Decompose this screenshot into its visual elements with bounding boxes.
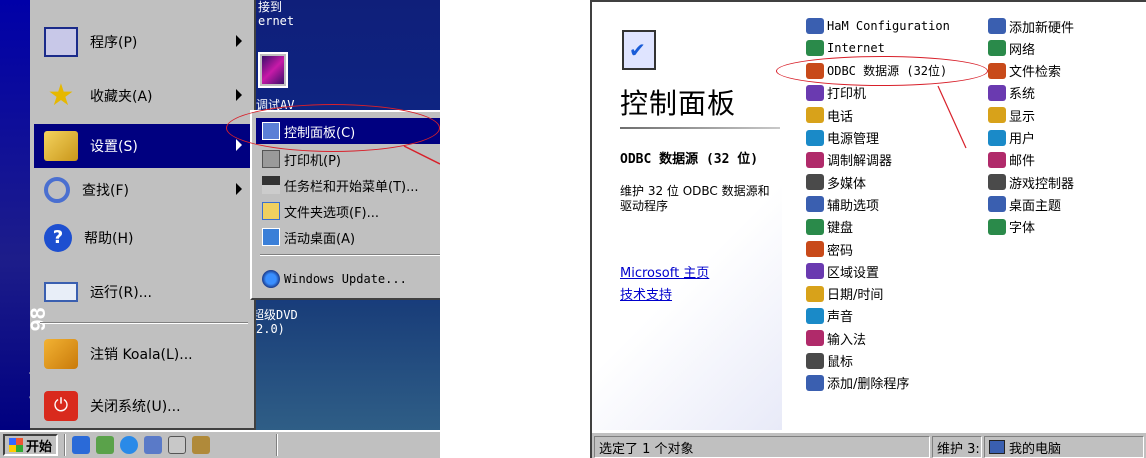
- annotation-arrow: [937, 85, 967, 149]
- start-menu-screenshot: 接到 ernet 调试AV 超级DVD 2.0) Windows98 程序(P)…: [0, 0, 440, 458]
- annotation-arrow: [403, 145, 440, 165]
- control-panel-screenshot: 控制面板 ODBC 数据源 (32 位) 维护 32 位 ODBC 数据源和驱动…: [590, 0, 1146, 458]
